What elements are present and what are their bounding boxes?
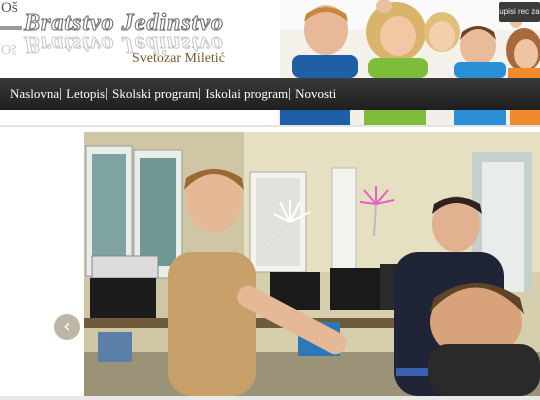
nav-separator [60,88,62,100]
hero-image-strip [278,110,540,126]
nav-separator [289,88,291,100]
school-logo[interactable]: Oš Oš [0,0,22,64]
site-title-block[interactable]: Bratstvo Jedinstvo Bratstvo Jedinstvo Sv… [23,10,279,70]
nav-item-skolski-program[interactable]: Skolski program [112,86,198,102]
nav-item-novosti[interactable]: Novosti [295,86,336,102]
main-nav: Naslovna Letopis Skolski program Iskolai… [0,78,540,110]
logo-divider [0,26,22,30]
nav-item-naslovna[interactable]: Naslovna [10,86,59,102]
header-divider [0,125,540,127]
site-header: Oš Oš Bratstvo Jedinstvo Bratstvo Jedins… [0,0,540,78]
nav-separator [106,88,108,100]
content-bottom-border [0,396,540,400]
logo-text-reflection: Oš [1,41,17,56]
search-input-button[interactable]: upisi rec za [499,2,540,22]
slideshow-prev-button[interactable]: ‹ [54,314,80,340]
slideshow-image [84,132,540,396]
nav-separator [199,88,201,100]
nav-item-iskolai-program[interactable]: Iskolai program [205,86,288,102]
nav-menu: Naslovna Letopis Skolski program Iskolai… [0,78,336,110]
site-subtitle: Svetozar Miletić [132,51,225,66]
logo-text: Oš [1,0,18,16]
nav-item-letopis[interactable]: Letopis [66,86,105,102]
chevron-left-icon: ‹ [63,316,71,337]
